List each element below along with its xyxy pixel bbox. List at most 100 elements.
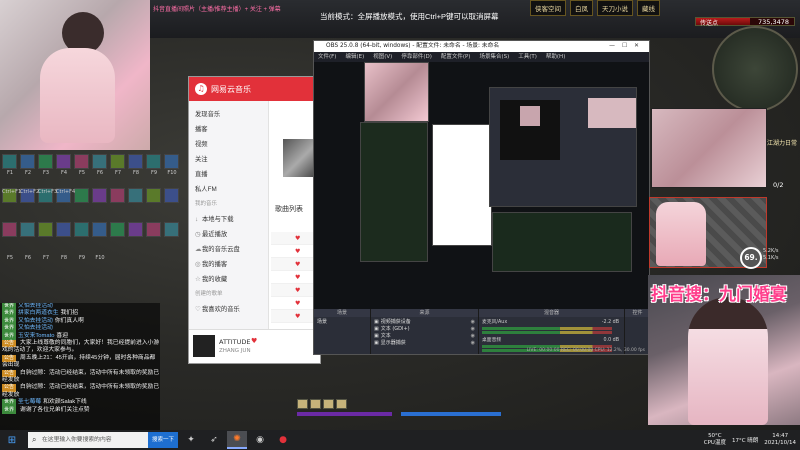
skill-slot[interactable] — [128, 205, 143, 220]
chat-sender[interactable]: 又怕去挂活动 — [18, 325, 53, 331]
skill-slot[interactable] — [38, 222, 53, 237]
quest-tracker[interactable]: 江湖力日常 — [767, 140, 797, 148]
music-nav-video[interactable]: 视频 — [189, 137, 268, 152]
weather-text[interactable]: 17°C 晴朗 — [732, 436, 758, 444]
skill-slot[interactable] — [128, 154, 143, 169]
obs-menu-item[interactable]: 停靠部件(D) — [401, 52, 432, 62]
obs-app-icon[interactable]: ◉ — [250, 431, 270, 449]
skill-slot[interactable] — [146, 154, 161, 169]
taskbar-clock[interactable]: 14:47 2021/10/14 — [764, 433, 796, 447]
obs-menu-item[interactable]: 帮助(H) — [546, 52, 565, 62]
source-item[interactable]: ▣ 文本 (GDI+) ◉ — [374, 326, 475, 333]
window-controls[interactable]: —☐✕ — [609, 41, 646, 52]
skill-slot[interactable] — [74, 205, 89, 220]
game-launcher-icon[interactable]: ➶ — [204, 431, 224, 449]
music-nav-discover[interactable]: 发现音乐 — [189, 107, 268, 122]
skill-slot[interactable] — [56, 205, 71, 220]
obs-menu-item[interactable]: 配置文件(P) — [441, 52, 471, 62]
music-mine-cloud[interactable]: ☁我的音乐云盘 — [189, 242, 268, 257]
obs-menu-item[interactable]: 编辑(E) — [345, 52, 364, 62]
skill-slot[interactable] — [146, 205, 161, 220]
taskbar-search-input[interactable]: 在这里输入你要搜索的内容 — [28, 432, 148, 448]
skill-slot[interactable] — [92, 154, 107, 169]
skill-slot[interactable] — [110, 205, 125, 220]
heart-icon[interactable]: ♥ — [295, 300, 300, 307]
heart-icon[interactable]: ♥ — [295, 313, 300, 320]
obs-window[interactable]: OBS 25.0.8 (64-bit, windows) - 配置文件: 未命名… — [313, 40, 650, 355]
skill-slot[interactable] — [56, 154, 71, 169]
skill-slot[interactable] — [2, 205, 17, 220]
skill-slot[interactable] — [146, 222, 161, 237]
game-button-baifeng[interactable]: 白凤 — [570, 0, 593, 16]
obs-menu-item[interactable]: 文件(F) — [318, 52, 336, 62]
hotbar-slot[interactable] — [297, 399, 308, 409]
skill-slot[interactable] — [92, 222, 107, 237]
netease-music-window[interactable]: ♫ 网易云音乐 发现音乐 播客 视频 关注 直播 私人FM 我的音乐 ↓ 本地与下… — [188, 76, 321, 364]
visibility-eye-icon[interactable]: ◉ — [471, 340, 475, 347]
like-song-icon[interactable]: ♥ — [251, 337, 257, 345]
volume-meter[interactable] — [482, 331, 612, 334]
windows-start-icon[interactable]: ⊞ — [0, 430, 24, 450]
skill-slot[interactable] — [128, 222, 143, 237]
chat-sender[interactable]: 又怕去挂活动 — [18, 318, 53, 324]
heart-icon[interactable]: ♥ — [295, 261, 300, 268]
skill-slot[interactable] — [20, 154, 35, 169]
net-speed-badge[interactable]: 69. — [740, 247, 762, 269]
chat-sender[interactable]: 玉安来Tomato — [18, 333, 54, 339]
hotbar-slot[interactable] — [310, 399, 321, 409]
obs-menu-item[interactable]: 视图(V) — [373, 52, 392, 62]
game-button-space[interactable]: 侠客空间 — [530, 0, 566, 16]
netease-app-icon[interactable]: ● — [273, 431, 293, 449]
skill-slot[interactable] — [2, 154, 17, 169]
heart-icon[interactable]: ♥ — [295, 287, 300, 294]
visibility-eye-icon[interactable]: ◉ — [471, 326, 475, 333]
hotbar-slot[interactable] — [323, 399, 334, 409]
skill-slot[interactable] — [20, 205, 35, 220]
skill-slot[interactable] — [38, 154, 53, 169]
taskbar-search-button[interactable]: 搜索一下 — [148, 432, 179, 448]
music-mine-local[interactable]: ↓ 本地与下载 — [189, 212, 268, 227]
chat-panel[interactable]: 世界 又怕去挂活动 世界 拼家白两道衣生 我们招 世界 又怕去挂活动 你们真人啊 世界 又怕去挂活… — [0, 303, 160, 430]
hotbar-slot[interactable] — [336, 399, 347, 409]
obs-menu-item[interactable]: 工具(T) — [518, 52, 537, 62]
game-button-novel[interactable]: 天刀小说 — [597, 0, 633, 16]
skill-slot[interactable] — [164, 154, 179, 169]
source-item[interactable]: ▣ 文本 ◉ — [374, 333, 475, 340]
source-item[interactable]: ▣ 视频捕获设备 ◉ — [374, 319, 475, 326]
scene-item[interactable]: 场景 — [314, 317, 370, 328]
skill-slot[interactable] — [74, 154, 89, 169]
volume-meter[interactable] — [482, 327, 612, 330]
heart-icon[interactable]: ♥ — [295, 235, 300, 242]
skill-slot[interactable] — [110, 154, 125, 169]
heart-icon[interactable]: ♥ — [295, 248, 300, 255]
obs-menu-item[interactable]: 场景集合(S) — [479, 52, 509, 62]
skill-slot[interactable] — [92, 205, 107, 220]
visibility-eye-icon[interactable]: ◉ — [471, 333, 475, 340]
chat-sender[interactable]: 圣七莓莓 — [18, 399, 41, 405]
game-button-line[interactable]: 藏线 — [637, 0, 660, 16]
source-item[interactable]: ▣ 显示器捕获 ◉ — [374, 340, 475, 347]
music-nav-fm[interactable]: 私人FM — [189, 182, 268, 197]
skill-slot[interactable] — [2, 222, 17, 237]
music-app-icon[interactable]: ✺ — [227, 431, 248, 449]
music-nav-podcast[interactable]: 播客 — [189, 122, 268, 137]
skill-slot[interactable] — [164, 222, 179, 237]
visibility-eye-icon[interactable]: ◉ — [471, 319, 475, 326]
music-nav-live[interactable]: 直播 — [189, 167, 268, 182]
heart-icon[interactable]: ♥ — [295, 274, 300, 281]
skill-slot[interactable] — [56, 222, 71, 237]
music-mine-recent[interactable]: ◷ 最近播放 — [189, 227, 268, 242]
skill-slot[interactable] — [164, 205, 179, 220]
skill-slot[interactable] — [74, 222, 89, 237]
skill-slot[interactable] — [110, 222, 125, 237]
minimap[interactable] — [712, 26, 798, 112]
music-nav-follow[interactable]: 关注 — [189, 152, 268, 167]
skill-slot[interactable] — [38, 205, 53, 220]
music-mine-fav[interactable]: ☆我的收藏 — [189, 272, 268, 287]
music-liked[interactable]: ♡我喜欢的音乐 — [189, 302, 268, 317]
music-mine-podcast[interactable]: ◎ 我的播客 — [189, 257, 268, 272]
skill-slot[interactable] — [20, 222, 35, 237]
obs-preview[interactable] — [314, 62, 649, 309]
chat-sender[interactable]: 拼家白两道衣生 — [18, 310, 59, 316]
chat-sender[interactable]: 又怕去挂活动 — [18, 303, 53, 309]
